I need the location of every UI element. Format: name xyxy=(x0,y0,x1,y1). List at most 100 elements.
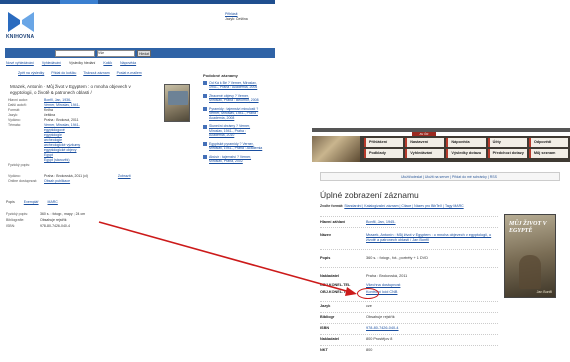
menu-item-login[interactable]: Přihlášení xyxy=(364,138,404,147)
record-title: Mrazek, Antonín · Můj život v Egyptem : … xyxy=(10,84,131,95)
menu-item-settings[interactable]: Nastavení xyxy=(405,138,445,147)
email-record-link[interactable]: Poslat e-mailem xyxy=(117,71,142,75)
field-value: 360 s. : fotogr., fot., portréty + 1 DVD xyxy=(366,256,428,260)
cover-plate xyxy=(168,91,188,105)
similar-record-item[interactable]: Od Ká k Bé ? Verner, Miroslav, 1941-, Pr… xyxy=(203,81,263,90)
book-icon xyxy=(203,124,207,129)
menu-item-materials[interactable]: Podklady xyxy=(364,149,404,158)
field-value[interactable]: Mrazek, Antonín : Můj život v Egyptem : … xyxy=(366,233,498,243)
top-tab[interactable] xyxy=(60,0,98,4)
cover-figure xyxy=(519,255,541,289)
catalog-header: Přihlášení Nastavení Nápověda Účty Odpov… xyxy=(312,136,570,162)
field-value: 800 Prostějov 8 xyxy=(366,337,393,341)
book-cover-image[interactable]: MŮJ ŽIVOT V EGYPTĚ Jan Bonfil xyxy=(504,214,556,298)
search-button[interactable]: Hledat xyxy=(137,49,151,57)
field-value: Praha : Brokovská, 2011 xyxy=(366,274,408,278)
field-label: Popis xyxy=(320,256,331,260)
holdings-link[interactable]: Zobrazit xyxy=(118,174,131,179)
library-logo[interactable]: KNIHOVNA xyxy=(6,10,36,42)
back-to-results-link[interactable]: Zpět na výsledky xyxy=(18,71,44,75)
field-label: Nakladatel xyxy=(320,274,339,278)
cnb-link[interactable]: Kontrolní kód CNB xyxy=(366,290,498,295)
book-icon xyxy=(203,142,207,146)
tab-holdings[interactable]: Exemplář xyxy=(24,200,39,204)
table-row: Název Mrazek, Antonín : Můj život v Egypt… xyxy=(320,227,498,249)
similar-record-item[interactable]: Sluneční chrámy ? Verner, Miroslav, 1941… xyxy=(203,124,263,138)
search-input[interactable] xyxy=(55,49,95,57)
format-links[interactable]: Standardní | Katalogizační záznam | Cita… xyxy=(344,204,463,208)
menu-item-previous-queries[interactable]: Předchozí dotazy xyxy=(487,149,527,158)
right-screenshot: AV ČR Přihlášení Nastavení Nápověda Účty… xyxy=(312,128,570,362)
similar-record-link[interactable]: Egyptské pyramidy ? Verner, Miroslav, 19… xyxy=(209,142,263,151)
format-label: Zvolte formát: xyxy=(320,204,344,208)
field-value[interactable]: Bonfil, Jan, 1945- xyxy=(366,220,498,225)
field-label: NKT xyxy=(320,348,328,352)
menu-item-answers[interactable]: Odpovědi xyxy=(528,138,569,147)
menu-row: Přihlášení Nastavení Nápověda Účty Odpov… xyxy=(364,138,569,147)
nav-item[interactable]: Vyhledávání xyxy=(42,61,61,65)
logo-text: KNIHOVNA xyxy=(6,34,35,40)
tab-marc[interactable]: MARC xyxy=(48,200,58,204)
record-actions-links[interactable]: Uložit/odeslat | Uložit na server | Přid… xyxy=(401,175,497,180)
book-icon xyxy=(203,155,207,159)
detail-value: 978-80-7426-040-4 xyxy=(40,224,70,228)
similar-record-link[interactable]: Sluneční chrámy ? Verner, Miroslav, 1941… xyxy=(209,124,263,138)
field-label: ISBN xyxy=(320,326,330,330)
field-value[interactable]: 978-80-7426-040-4 xyxy=(366,326,498,331)
nav-item[interactable]: Výsledky hledání xyxy=(69,61,95,65)
availability-link[interactable]: Všechna dostupnost xyxy=(366,283,498,288)
left-screenshot: KNIHOVNA Přihlásit Jazyk: Čeština Vše Hl… xyxy=(0,0,275,250)
similar-record-link[interactable]: Abúsír : tajemství ? Verner, Miroslav, P… xyxy=(209,155,263,164)
tab-description[interactable]: Popis xyxy=(6,200,15,204)
similar-record-link[interactable]: Pyramidy : tajemství minulosti ? Verner,… xyxy=(209,107,263,121)
menu-item-help[interactable]: Nápověda xyxy=(446,138,486,147)
similar-record-link[interactable]: Od Ká k Bé ? Verner, Miroslav, 1941-, Pr… xyxy=(209,81,263,90)
field-label: Hlavní záhlaví xyxy=(320,219,346,224)
add-to-cart-link[interactable]: Přidat do košíku xyxy=(51,71,76,75)
menu-row: Podklady Vyhledávání Výsledky dotazu Pře… xyxy=(364,149,569,158)
format-selector: Zvolte formát: Standardní | Katalogizačn… xyxy=(320,204,464,209)
print-record-link[interactable]: Tisknout záznam xyxy=(83,71,109,75)
table-row: OBJ.KONEL.TEL Kontrolní kód CNB xyxy=(320,289,498,301)
field-label: Jazyk xyxy=(320,304,331,308)
nav-item[interactable]: Nové vyhledávání xyxy=(6,61,34,65)
login-box: Přihlásit Jazyk: Čeština xyxy=(225,12,248,21)
similar-record-link[interactable]: Ztracené objevy ? Verner, Miroslav, Prah… xyxy=(209,94,263,103)
table-row: NKT 800 xyxy=(320,344,498,356)
detail-row: ISBN: 978-80-7426-040-4 xyxy=(6,224,126,230)
table-row: ISBN 978-80-7426-040-4 xyxy=(320,322,498,334)
record-label: Fyzický popis: xyxy=(8,163,30,167)
cover-author: Jan Bonfil xyxy=(536,290,552,294)
field-value: cze xyxy=(366,304,372,308)
cover-title: MŮJ ŽIVOT V EGYPTĚ xyxy=(509,221,547,234)
table-row: Nakladatel Praha : Brokovská, 2011 xyxy=(320,267,498,282)
nav-item[interactable]: Košík xyxy=(103,61,112,65)
menu-item-my-list[interactable]: Můj seznam xyxy=(528,149,569,158)
record-details: Hlavní autor: Bonfil, Jan, 1936- Další au… xyxy=(8,98,158,184)
language-select[interactable]: Jazyk: Čeština xyxy=(225,17,248,22)
online-access-link[interactable]: Obsah publikace xyxy=(44,179,70,184)
nav-item[interactable]: Nápověda xyxy=(120,61,136,65)
menu-item-search[interactable]: Vyhledávání xyxy=(405,149,445,158)
record-row: Fyzický popis: xyxy=(8,163,158,168)
search-bar: Vše Hledat xyxy=(5,48,275,58)
detail-label: ISBN: xyxy=(6,224,16,228)
similar-record-item[interactable]: Abúsír : tajemství ? Verner, Miroslav, P… xyxy=(203,155,263,164)
field-value: 800 xyxy=(366,348,373,352)
search-type-select[interactable]: Vše xyxy=(97,49,135,57)
table-row: OBJ.KONEL.TEL Všechna dostupnost xyxy=(320,282,498,289)
similar-record-item[interactable]: Pyramidy : tajemství minulosti ? Verner,… xyxy=(203,107,263,121)
menu-item-results[interactable]: Výsledky dotazu xyxy=(446,149,486,158)
header-image xyxy=(312,136,360,162)
full-record-table: Hlavní záhlaví Bonfil, Jan, 1945- Název Mr… xyxy=(320,216,498,356)
record-label: Online dostupnost: xyxy=(8,179,38,183)
record-value[interactable]: Egypt (starověk) xyxy=(44,158,69,163)
book-cover-image[interactable] xyxy=(164,84,190,122)
similar-record-item[interactable]: Ztracené objevy ? Verner, Miroslav, Prah… xyxy=(203,94,263,103)
description-details: Fyzický popis: 360 s. : fotogr., mapy ; 2… xyxy=(6,212,126,230)
field-label: OBJ.KONEL.TEL xyxy=(320,282,351,287)
menu-item-accounts[interactable]: Účty xyxy=(487,138,527,147)
top-strip xyxy=(0,0,275,4)
similar-records-heading: Podobné záznamy xyxy=(203,74,238,78)
similar-record-item[interactable]: Egyptské pyramidy ? Verner, Miroslav, 19… xyxy=(203,142,263,151)
